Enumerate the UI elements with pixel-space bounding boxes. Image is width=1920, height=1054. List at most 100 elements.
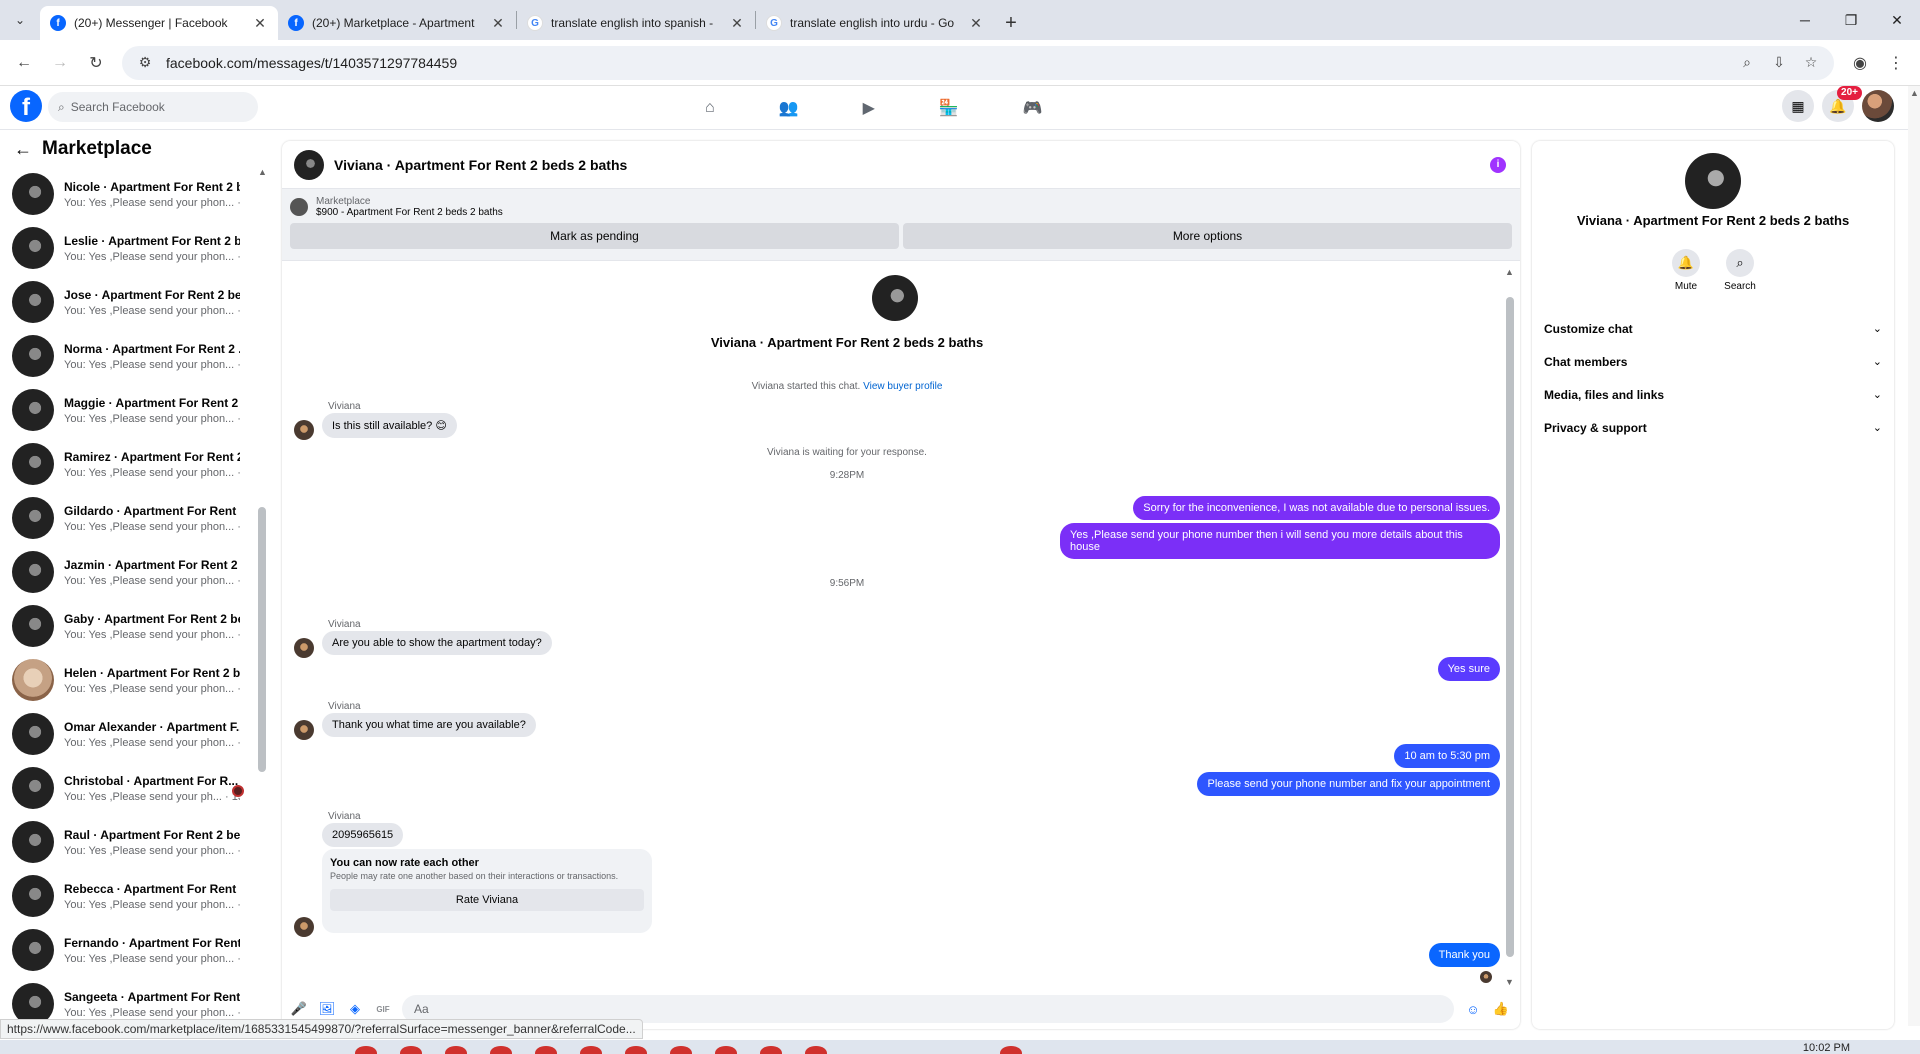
tab-close-icon[interactable]: ✕ (729, 15, 745, 32)
listing-row[interactable]: Marketplace $900 - Apartment For Rent 2 … (290, 195, 1512, 219)
page-scrollbar[interactable]: ▲ (1908, 86, 1920, 1026)
sender-avatar[interactable] (294, 420, 314, 440)
tab-messenger[interactable]: f (20+) Messenger | Facebook ✕ (40, 6, 278, 40)
home-icon[interactable]: ⌂ (705, 86, 715, 130)
rate-viviana-button[interactable]: Rate Viviana (330, 889, 644, 911)
minimize-icon[interactable]: ─ (1782, 0, 1828, 40)
customize-chat-section[interactable]: Customize chat ⌄ (1532, 312, 1894, 345)
outgoing-message[interactable]: Thank you (1428, 943, 1500, 967)
sender-avatar[interactable] (294, 917, 314, 937)
taskbar-app-icon[interactable] (490, 1046, 512, 1054)
zoom-icon[interactable]: ⌕ (1736, 54, 1758, 71)
thread-scrollbar[interactable]: ▲ ▼ (1505, 267, 1514, 987)
notifications-bell-icon[interactable]: 🔔 20+ (1822, 86, 1862, 122)
conversation-item[interactable]: Raul · Apartment For Rent 2 be... You: Ye… (0, 815, 270, 869)
tab-search-chevron-icon[interactable]: ⌄ (0, 0, 40, 40)
conversation-item[interactable]: Jazmin · Apartment For Rent 2 ... You: Ye… (0, 545, 270, 599)
conversation-item[interactable]: Rebecca · Apartment For Rent 2... You: Ye… (0, 869, 270, 923)
conversation-item[interactable]: Fernando · Apartment For Rent ... You: Ye… (0, 923, 270, 977)
scroll-down-icon[interactable]: ▼ (1505, 977, 1514, 987)
video-icon[interactable]: ▶ (863, 86, 875, 130)
taskbar-app-icon[interactable] (535, 1046, 557, 1054)
address-bar[interactable]: ⚙ facebook.com/messages/t/14035712977844… (122, 45, 1834, 80)
outgoing-message[interactable]: 10 am to 5:30 pm (1394, 744, 1500, 768)
account-avatar[interactable] (1862, 90, 1894, 122)
tab-marketplace[interactable]: f (20+) Marketplace - Apartment ✕ (278, 6, 516, 40)
microphone-icon[interactable]: 🎤 (290, 1000, 308, 1018)
taskbar-app-icon[interactable] (445, 1046, 467, 1054)
back-arrow-icon[interactable]: ← (8, 47, 40, 79)
chat-avatar[interactable] (294, 149, 324, 180)
incoming-message[interactable]: Thank you what time are you available? (322, 713, 536, 737)
tab-translate-spanish[interactable]: G translate english into spanish - ✕ (517, 6, 755, 40)
browser-menu-icon[interactable]: ⋮ (1880, 47, 1912, 79)
conversation-item[interactable]: Christobal · Apartment For R... You: Yes … (0, 761, 270, 815)
conversation-item[interactable]: Gaby · Apartment For Rent 2 be... You: Ye… (0, 599, 270, 653)
scroll-up-icon[interactable]: ▲ (1505, 267, 1514, 277)
conversation-item[interactable]: Gildardo · Apartment For Rent ... You: Ye… (0, 491, 270, 545)
like-thumb-icon[interactable]: 👍 (1492, 1000, 1510, 1018)
sender-avatar[interactable] (294, 720, 314, 740)
sender-avatar[interactable] (294, 638, 314, 658)
taskbar-app-icon[interactable] (400, 1046, 422, 1054)
new-tab-plus-icon[interactable]: + (994, 6, 1028, 40)
chat-title[interactable]: Viviana · Apartment For Rent 2 beds 2 ba… (334, 157, 1480, 173)
close-window-icon[interactable]: ✕ (1874, 0, 1920, 40)
forward-arrow-icon[interactable]: → (44, 47, 76, 79)
incoming-message[interactable]: Is this still available? 😊 (322, 413, 457, 438)
more-options-button[interactable]: More options (903, 223, 1512, 249)
conversation-item[interactable]: Sangeeta · Apartment For Rent ... You: Ye… (0, 977, 270, 1024)
outgoing-message[interactable]: Please send your phone number and fix yo… (1197, 772, 1500, 796)
profile-avatar[interactable] (1685, 153, 1741, 209)
privacy-support-section[interactable]: Privacy & support ⌄ (1532, 411, 1894, 444)
scrollbar-thumb[interactable] (1506, 297, 1514, 957)
menu-grid-icon[interactable]: ▦ (1782, 90, 1814, 122)
taskbar-app-icon[interactable] (760, 1046, 782, 1054)
contact-avatar[interactable] (872, 275, 918, 321)
outgoing-message[interactable]: Sorry for the inconvenience, I was not a… (1133, 496, 1500, 520)
conversation-item[interactable]: Helen · Apartment For Rent 2 b... You: Ye… (0, 653, 270, 707)
incoming-message[interactable]: Are you able to show the apartment today… (322, 631, 552, 655)
gif-icon[interactable]: GIF (374, 1000, 392, 1018)
restore-icon[interactable]: ❐ (1828, 0, 1874, 40)
gaming-icon[interactable]: 🎮 (1023, 86, 1043, 130)
tab-close-icon[interactable]: ✕ (490, 15, 506, 32)
reload-icon[interactable]: ↻ (80, 47, 112, 79)
outgoing-message[interactable]: Yes ,Please send your phone number then … (1060, 523, 1500, 559)
media-files-links-section[interactable]: Media, files and links ⌄ (1532, 378, 1894, 411)
scrollbar-thumb[interactable] (258, 507, 266, 772)
friends-icon[interactable]: 👥 (779, 86, 799, 130)
search-button[interactable]: ⌕ Search (1724, 249, 1756, 292)
profile-icon[interactable]: ◉ (1844, 47, 1876, 79)
install-app-icon[interactable]: ⇩ (1768, 54, 1790, 71)
view-buyer-profile-link[interactable]: View buyer profile (863, 381, 942, 392)
bookmark-star-icon[interactable]: ☆ (1800, 54, 1822, 71)
taskbar-app-icon[interactable] (355, 1046, 377, 1054)
taskbar-app-icon[interactable] (625, 1046, 647, 1054)
site-settings-icon[interactable]: ⚙ (134, 54, 156, 71)
conversation-item[interactable]: Omar Alexander · Apartment F... You: Yes … (0, 707, 270, 761)
conversation-item[interactable]: Nicole · Apartment For Rent 2 b... You: Y… (0, 167, 270, 221)
chat-members-section[interactable]: Chat members ⌄ (1532, 345, 1894, 378)
photo-icon[interactable]: 🖼 (318, 1000, 336, 1018)
tab-translate-urdu[interactable]: G translate english into urdu - Go ✕ (756, 6, 994, 40)
conversation-item[interactable]: Leslie · Apartment For Rent 2 b... You: Y… (0, 221, 270, 275)
conversation-info-icon[interactable]: i (1490, 156, 1506, 173)
taskbar-app-icon[interactable] (670, 1046, 692, 1054)
taskbar-app-icon[interactable] (580, 1046, 602, 1054)
search-facebook-input[interactable]: ⌕ Search Facebook (48, 92, 258, 122)
conversation-item[interactable]: Ramirez · Apartment For Rent 2... You: Ye… (0, 437, 270, 491)
mark-as-pending-button[interactable]: Mark as pending (290, 223, 899, 249)
taskbar-app-icon[interactable] (715, 1046, 737, 1054)
taskbar-app-icon[interactable] (805, 1046, 827, 1054)
tab-close-icon[interactable]: ✕ (968, 15, 984, 32)
tab-close-icon[interactable]: ✕ (252, 15, 268, 32)
url-text[interactable]: facebook.com/messages/t/1403571297784459 (166, 55, 1726, 71)
conversation-item[interactable]: Maggie · Apartment For Rent 2 ... You: Ye… (0, 383, 270, 437)
sticker-icon[interactable]: ◈ (346, 1000, 364, 1018)
taskbar-app-icon[interactable] (1000, 1046, 1022, 1054)
conversation-item[interactable]: Jose · Apartment For Rent 2 be... You: Ye… (0, 275, 270, 329)
marketplace-icon[interactable]: 🏪 (939, 86, 959, 130)
outgoing-message[interactable]: Yes sure (1437, 657, 1500, 681)
facebook-logo-icon[interactable]: f (10, 90, 42, 122)
